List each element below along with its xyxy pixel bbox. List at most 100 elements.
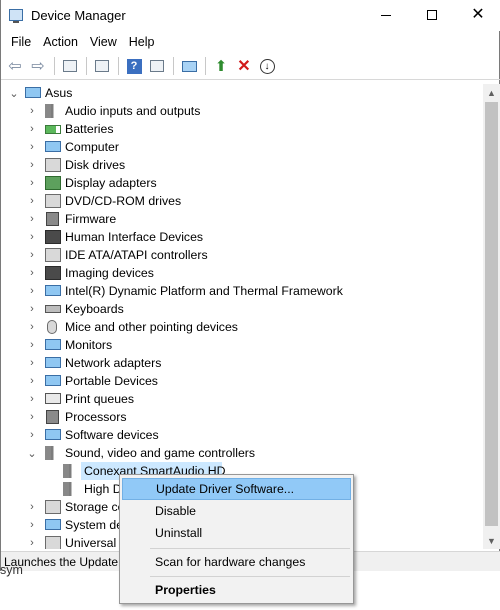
ctx-update-driver[interactable]: Update Driver Software... [122,478,351,500]
tree-item-imaging-devices[interactable]: › Imaging devices [1,264,483,282]
download-driver-button[interactable]: ↓ [256,55,278,77]
properties-button[interactable] [91,55,113,77]
tree-item-hid[interactable]: › Human Interface Devices [1,228,483,246]
collapsed-chevron-icon[interactable]: › [27,318,37,336]
toolbar-separator [86,57,87,75]
tree-item-sound-video[interactable]: ⌄ Sound, video and game controllers [1,444,483,462]
monitor-icon [45,339,61,350]
tree-item-ide-controllers[interactable]: › IDE ATA/ATAPI controllers [1,246,483,264]
ctx-uninstall[interactable]: Uninstall [122,522,351,544]
tree-item-computer[interactable]: › Computer [1,138,483,156]
menu-help[interactable]: Help [123,33,161,51]
tree-item-label: Network adapters [65,356,162,370]
minimize-button[interactable] [363,0,409,30]
collapsed-chevron-icon[interactable]: › [27,354,37,372]
tree-item-firmware[interactable]: › Firmware [1,210,483,228]
speaker-icon [63,464,75,478]
scan-monitor-icon [181,60,197,72]
tree-item-intel-dptf[interactable]: › Intel(R) Dynamic Platform and Thermal … [1,282,483,300]
show-hide-tree-button[interactable] [59,55,81,77]
ctx-properties[interactable]: Properties [122,579,351,601]
tree-item-print-queues[interactable]: › Print queues [1,390,483,408]
processor-icon [46,410,59,424]
tree-item-label: Disk drives [65,158,126,172]
tree-root-label: Asus [45,86,73,100]
collapsed-chevron-icon[interactable]: › [27,246,37,264]
toolbar-separator [205,57,206,75]
scroll-down-arrow-icon[interactable]: ▼ [483,532,500,549]
tree-item-network-adapters[interactable]: › Network adapters [1,354,483,372]
tree-item-audio-io[interactable]: › Audio inputs and outputs [1,102,483,120]
system-device-icon [45,285,61,296]
collapsed-chevron-icon[interactable]: › [27,408,37,426]
update-driver-button[interactable]: ⬆ [210,55,232,77]
window-title: Device Manager [31,8,126,23]
tree-item-software-devices[interactable]: › Software devices [1,426,483,444]
collapsed-chevron-icon[interactable]: › [27,120,37,138]
scan-hardware-button[interactable] [178,55,200,77]
tree-item-portable-devices[interactable]: › Portable Devices [1,372,483,390]
collapsed-chevron-icon[interactable]: › [27,210,37,228]
disk-drive-icon [45,158,61,172]
tree-item-label: Display adapters [65,176,157,190]
printer-icon [45,393,61,404]
collapsed-chevron-icon[interactable]: › [27,102,37,120]
menu-view[interactable]: View [84,33,123,51]
back-arrow-icon: ⇦ [8,58,22,75]
tree-item-monitors[interactable]: › Monitors [1,336,483,354]
collapsed-chevron-icon[interactable]: › [27,534,37,549]
show-hidden-button[interactable] [146,55,168,77]
close-button[interactable]: ✕ [455,0,500,30]
forward-button[interactable]: ⇨ [27,55,49,77]
collapsed-chevron-icon[interactable]: › [27,264,37,282]
background-text: sym [0,563,23,577]
tree-item-mice[interactable]: › Mice and other pointing devices [1,318,483,336]
ctx-separator [150,548,350,549]
tree-item-label: Audio inputs and outputs [65,104,201,118]
ide-controller-icon [45,248,61,262]
title-bar[interactable]: Device Manager ✕ [1,0,500,31]
expanded-chevron-icon[interactable]: ⌄ [27,444,37,462]
tree-item-dvd-drives[interactable]: › DVD/CD-ROM drives [1,192,483,210]
collapsed-chevron-icon[interactable]: › [27,300,37,318]
tree-item-keyboards[interactable]: › Keyboards [1,300,483,318]
scroll-thumb[interactable] [485,102,498,526]
ctx-scan-hardware[interactable]: Scan for hardware changes [122,551,351,573]
menu-bar: File Action View Help [1,31,500,52]
expanded-chevron-icon[interactable]: ⌄ [9,84,19,102]
collapsed-chevron-icon[interactable]: › [27,516,37,534]
collapsed-chevron-icon[interactable]: › [27,336,37,354]
collapsed-chevron-icon[interactable]: › [27,192,37,210]
back-button[interactable]: ⇦ [4,55,26,77]
scroll-up-arrow-icon[interactable]: ▲ [483,84,500,101]
enable-device-icon: ⬆ [214,58,228,75]
menu-action[interactable]: Action [37,33,84,51]
vertical-scrollbar[interactable]: ▲ ▼ [483,84,500,549]
collapsed-chevron-icon[interactable]: › [27,390,37,408]
tree-item-processors[interactable]: › Processors [1,408,483,426]
uninstall-button[interactable]: ✕ [233,55,255,77]
tree-item-label: Monitors [65,338,113,352]
tree-item-label: Imaging devices [65,266,154,280]
tree-item-disk-drives[interactable]: › Disk drives [1,156,483,174]
collapsed-chevron-icon[interactable]: › [27,426,37,444]
collapsed-chevron-icon[interactable]: › [27,372,37,390]
tree-item-batteries[interactable]: › Batteries [1,120,483,138]
toolbar-separator [118,57,119,75]
collapsed-chevron-icon[interactable]: › [27,174,37,192]
tree-root-asus[interactable]: ⌄ Asus [1,84,483,102]
collapsed-chevron-icon[interactable]: › [27,228,37,246]
maximize-button[interactable] [409,0,455,30]
tree-item-display-adapters[interactable]: › Display adapters [1,174,483,192]
menu-file[interactable]: File [5,33,37,51]
network-adapter-icon [45,357,61,368]
speaker-icon [63,482,75,496]
collapsed-chevron-icon[interactable]: › [27,156,37,174]
portable-device-icon [45,375,61,386]
ctx-disable[interactable]: Disable [122,500,351,522]
collapsed-chevron-icon[interactable]: › [27,282,37,300]
tree-item-label: Sound, video and game controllers [65,446,256,460]
collapsed-chevron-icon[interactable]: › [27,138,37,156]
collapsed-chevron-icon[interactable]: › [27,498,37,516]
help-button[interactable]: ? [123,55,145,77]
